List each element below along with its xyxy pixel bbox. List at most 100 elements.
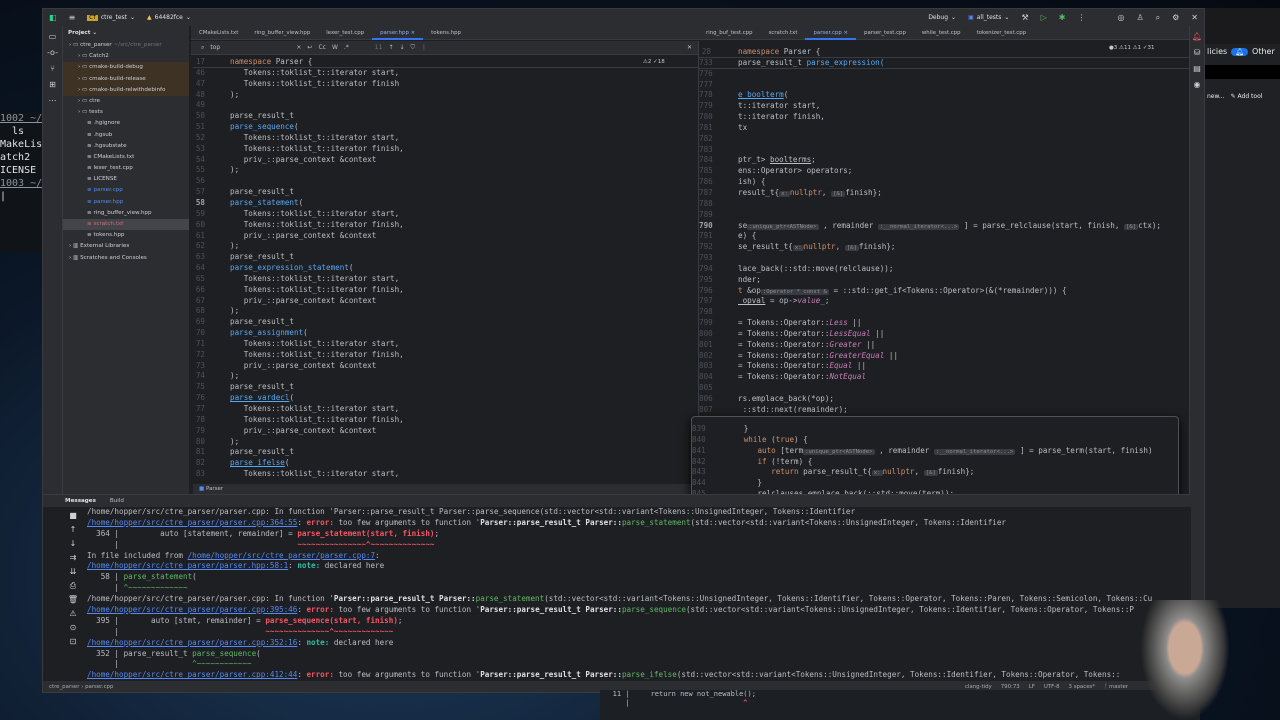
ai-button[interactable]: ◎ — [1111, 13, 1130, 23]
status-position[interactable]: 790:73 — [1001, 684, 1020, 690]
editor-tab[interactable]: ring_buf_test.cpp — [698, 26, 761, 40]
pull-requests-icon[interactable]: ⑂ — [47, 64, 59, 74]
structure-icon[interactable]: ⊞ — [47, 80, 59, 90]
status-encoding[interactable]: UTF-8 — [1044, 684, 1060, 690]
project-tree-item[interactable]: ≡ .hgsubstate — [63, 141, 189, 152]
project-tree-item[interactable]: › ▭ cmake-build-debug — [63, 62, 189, 74]
close-window-button[interactable]: ✕ — [1185, 13, 1204, 23]
new-button[interactable]: new... — [1207, 93, 1225, 100]
build-output[interactable]: /home/hopper/src/ctre_parser/parser.cpp:… — [87, 507, 1191, 682]
editor-parser-cpp[interactable]: 28 namespace Parser {733 parse_result_t pa… — [699, 47, 1189, 413]
other-bookmarks[interactable]: Other — [1252, 47, 1275, 56]
project-tree-item[interactable]: › ▭ ctre — [63, 96, 189, 107]
bookmark-folder[interactable]: licies — [1207, 47, 1227, 56]
services-icon[interactable]: ⊙ — [63, 623, 83, 633]
terminal-icon[interactable]: ⊡ — [63, 637, 83, 647]
status-path-project[interactable]: ctre_parser — [49, 684, 79, 690]
match-case-toggle[interactable]: Cc — [318, 44, 326, 51]
words-toggle[interactable]: W — [332, 44, 338, 51]
project-tree-item[interactable]: ≡ .hgsub — [63, 130, 189, 141]
project-tree-item[interactable]: › ▭ tests — [63, 107, 189, 118]
previous-occurrence-icon[interactable]: ↑ — [388, 44, 393, 51]
new-line-icon[interactable]: ↩ — [307, 44, 312, 51]
run-config-selector[interactable]: Debug ⌄ — [922, 14, 962, 21]
status-branch[interactable]: ᚴ master — [1104, 684, 1128, 690]
database-icon[interactable]: ⛁ — [1190, 48, 1204, 58]
up-arrow-icon[interactable]: ↑ — [63, 525, 83, 535]
down-arrow-icon[interactable]: ↓ — [63, 539, 83, 549]
print-icon[interactable]: ⎙ — [63, 581, 83, 591]
next-occurrence-icon[interactable]: ↓ — [399, 44, 404, 51]
project-tree-item[interactable]: › ▭ cmake-build-release — [63, 73, 189, 85]
project-tree-item[interactable]: ≡ lexer_test.cpp — [63, 163, 189, 174]
main-menu-button[interactable]: ≡ — [63, 13, 82, 23]
filter-icon[interactable]: ⛉ — [411, 44, 416, 52]
tab-messages[interactable]: Messages — [65, 498, 96, 504]
project-tool-button[interactable]: ▭ — [47, 32, 59, 42]
terminal-window-bottom[interactable]: 11 | return new not_newable(); | ^ — [600, 690, 1200, 720]
build-button[interactable]: ⚒ — [1015, 13, 1034, 23]
find-input[interactable]: top — [210, 44, 290, 51]
project-tree-item[interactable]: ≡ scratch.txt — [63, 219, 189, 231]
project-tree-item[interactable]: ≡ parser.hpp — [63, 197, 189, 208]
editor-tab[interactable]: parser.cpp × — [805, 26, 857, 40]
project-tree-item[interactable]: › ▭ cmake-build-relwithdebinfo — [63, 84, 189, 96]
soft-wrap-icon[interactable]: ⇉ — [63, 553, 83, 563]
project-tree-item[interactable]: ≡ parser.cpp — [63, 185, 189, 196]
status-line-separator[interactable]: LF — [1029, 684, 1035, 690]
more-tools-icon[interactable]: ⋯ — [47, 96, 59, 106]
debug-button[interactable]: ✱ — [1053, 13, 1072, 23]
run-target-selector[interactable]: ▣ all_tests ⌄ — [962, 14, 1015, 21]
project-tree-item[interactable]: ≡ ring_buffer_view.hpp — [63, 208, 189, 219]
vcs-widget[interactable]: ▲ 64482fce ⌄ — [141, 14, 197, 21]
editor-tab[interactable]: parser.hpp × — [372, 26, 424, 40]
editor-parser-hpp[interactable]: 17 namespace Parser {46 Tokens::toklist_t… — [193, 57, 698, 489]
search-everywhere-button[interactable]: ⌕ — [1150, 13, 1166, 23]
scroll-to-end-icon[interactable]: ⇊ — [63, 567, 83, 577]
clear-icon[interactable]: × — [296, 44, 301, 51]
ai-icon[interactable]: ◉ — [1190, 80, 1204, 90]
project-panel-header[interactable]: Project ⌄ — [63, 26, 189, 40]
editor-tab[interactable]: lexer_test.cpp — [318, 26, 372, 40]
editor-tab[interactable]: while_test.cpp — [914, 26, 969, 40]
trash-icon[interactable]: 🗑︎ — [63, 595, 83, 605]
problems-icon[interactable]: ⚠ — [63, 609, 83, 619]
commit-icon[interactable]: -o- — [47, 48, 59, 58]
project-tree-item[interactable]: ≡ LICENSE — [63, 174, 189, 185]
editor-tab[interactable]: scratch.txt — [761, 26, 806, 40]
more-button[interactable]: ⋮ — [1071, 13, 1091, 23]
run-button[interactable]: ▷ — [1035, 13, 1053, 23]
project-tree-item[interactable]: › ▥ External Libraries — [63, 241, 189, 252]
project-switcher[interactable]: CT ctre_test ⌄ — [81, 14, 141, 21]
editor-tab[interactable]: tokens.hpp — [423, 26, 469, 40]
code-token: = Tokens::Operator:: — [738, 328, 830, 338]
inspections-widget-right[interactable]: ●3 ⚠11 ⚠1 ✓31 — [1109, 45, 1155, 51]
project-tree-item[interactable]: › ▥ Scratches and Consoles — [63, 253, 189, 264]
close-find-icon[interactable]: ✕ — [687, 44, 692, 51]
cmake-icon[interactable]: ▤ — [1190, 64, 1204, 74]
regex-toggle[interactable]: .* — [344, 44, 349, 51]
breadcrumb-item[interactable]: Parser — [206, 486, 223, 492]
editor-tab[interactable]: ring_buffer_view.hpp — [246, 26, 318, 40]
add-tool-button[interactable]: ✎ Add tool — [1231, 93, 1263, 100]
bell-icon[interactable]: 🔔︎ — [1231, 47, 1249, 56]
editor-tab[interactable]: parser_test.cpp — [856, 26, 914, 40]
project-tree-item[interactable]: ≡ tokens.hpp — [63, 230, 189, 241]
settings-button[interactable]: ⚙ — [1166, 13, 1185, 23]
stop-icon[interactable]: ■ — [63, 511, 83, 521]
project-tree-item[interactable]: ≡ .hgignore — [63, 118, 189, 129]
inspections-widget-left[interactable]: ⚠2 ✓18 — [643, 59, 665, 65]
status-linter[interactable]: clang-tidy — [965, 684, 992, 690]
account-button[interactable]: ♙ — [1130, 13, 1149, 23]
status-indent[interactable]: 3 spaces* — [1069, 684, 1095, 690]
project-tree-item[interactable]: › ▭ Catch2 — [63, 51, 189, 62]
tab-build[interactable]: Build — [110, 498, 124, 504]
editor-tab[interactable]: tokenizer_test.cpp — [969, 26, 1035, 40]
notifications-icon[interactable]: 🔔︎ — [1190, 32, 1204, 42]
more-vertical-icon[interactable]: ⋮ — [421, 44, 427, 51]
editor-tab[interactable]: CMakeLists.txt — [191, 26, 246, 40]
status-path-file[interactable]: parser.cpp — [85, 684, 113, 690]
project-tree-item[interactable]: › ▭ ctre_parser ~/src/ctre_parser — [63, 40, 189, 51]
terminal-window[interactable]: 1002 ~/ ls MakeLis atch2 ICENSE 1003 ~/ … — [0, 112, 42, 252]
project-tree-item[interactable]: ≡ CMakeLists.txt — [63, 152, 189, 163]
